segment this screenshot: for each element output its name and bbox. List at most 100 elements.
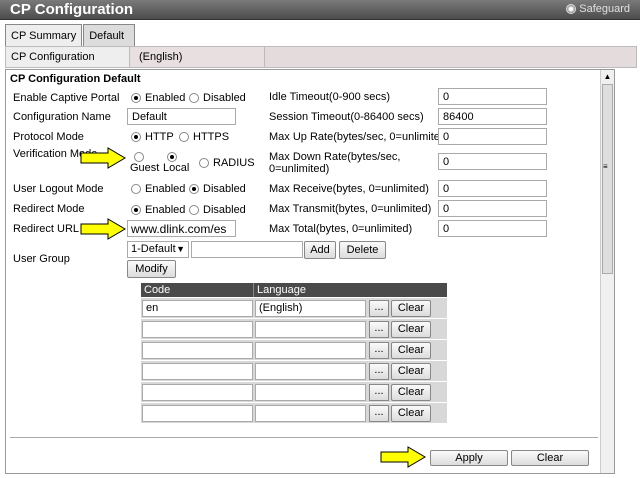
captive-portal-enabled[interactable]: Enabled bbox=[131, 92, 185, 104]
vertical-scrollbar[interactable]: ▲ ≡ bbox=[600, 70, 614, 473]
apply-button[interactable]: Apply bbox=[430, 450, 508, 466]
max-receive-label: Max Receive(bytes, 0=unlimited) bbox=[269, 183, 429, 195]
config-panel: CP Configuration Default Enable Captive … bbox=[5, 69, 615, 474]
config-name-input[interactable] bbox=[127, 108, 236, 125]
protocol-http[interactable]: HTTP bbox=[131, 131, 174, 143]
radio-on-icon bbox=[131, 132, 141, 142]
safeguard-badge: Safeguard bbox=[566, 3, 630, 15]
language-input[interactable] bbox=[255, 299, 366, 317]
add-button[interactable]: Add bbox=[304, 241, 336, 259]
session-timeout-input[interactable] bbox=[438, 108, 547, 125]
code-input[interactable] bbox=[142, 299, 253, 317]
code-input[interactable] bbox=[142, 362, 253, 380]
redirect-enabled[interactable]: Enabled bbox=[131, 204, 185, 216]
delete-button[interactable]: Delete bbox=[339, 241, 386, 259]
arrow-pointer-redirect-icon bbox=[80, 218, 126, 240]
config-name-label: Configuration Name bbox=[13, 111, 111, 123]
tab-default[interactable]: Default bbox=[83, 24, 136, 46]
radio-on-icon bbox=[131, 93, 141, 103]
browse-button[interactable]: ... bbox=[369, 341, 389, 359]
language-input[interactable] bbox=[255, 341, 366, 359]
idle-timeout-input[interactable] bbox=[438, 88, 547, 105]
protocol-https[interactable]: HTTPS bbox=[179, 131, 229, 143]
clear-all-button[interactable]: Clear bbox=[511, 450, 589, 466]
redirect-url-input[interactable] bbox=[127, 220, 236, 237]
browse-button[interactable]: ... bbox=[369, 362, 389, 380]
table-row: ...Clear bbox=[141, 297, 447, 318]
browse-button[interactable]: ... bbox=[369, 404, 389, 422]
redirect-disabled[interactable]: Disabled bbox=[189, 204, 246, 216]
subtab-cp-configuration[interactable]: CP Configuration bbox=[6, 47, 130, 67]
scroll-up-icon[interactable]: ▲ bbox=[601, 70, 614, 83]
table-header: Code Language bbox=[141, 283, 447, 297]
redirect-url-label: Redirect URL bbox=[13, 223, 80, 235]
max-down-rate-label-2: 0=unlimited) bbox=[269, 163, 330, 175]
subtab-language[interactable]: (English) bbox=[131, 47, 265, 67]
logout-disabled[interactable]: Disabled bbox=[189, 183, 246, 195]
code-input[interactable] bbox=[142, 341, 253, 359]
tab-cp-summary[interactable]: CP Summary bbox=[5, 24, 83, 46]
table-row: ...Clear bbox=[141, 318, 447, 339]
max-up-rate-input[interactable] bbox=[438, 128, 547, 145]
radio-on-icon bbox=[167, 152, 177, 162]
table-row: ...Clear bbox=[141, 381, 447, 402]
max-receive-input[interactable] bbox=[438, 180, 547, 197]
radio-on-icon bbox=[131, 205, 141, 215]
code-input[interactable] bbox=[142, 383, 253, 401]
code-input[interactable] bbox=[142, 320, 253, 338]
user-group-input[interactable] bbox=[191, 241, 303, 258]
column-header-code: Code bbox=[141, 283, 254, 297]
user-group-select[interactable]: 1-Default ▼ bbox=[127, 241, 189, 258]
window-title: CP Configuration bbox=[10, 1, 134, 18]
language-input[interactable] bbox=[255, 362, 366, 380]
clear-row-button[interactable]: Clear bbox=[391, 404, 431, 422]
tab-strip: CP Summary Default bbox=[5, 24, 136, 46]
safeguard-icon bbox=[566, 4, 577, 14]
radio-off-icon bbox=[131, 184, 141, 194]
max-up-rate-label: Max Up Rate(bytes/sec, 0=unlimited) bbox=[269, 131, 450, 143]
captive-portal-disabled[interactable]: Disabled bbox=[189, 92, 246, 104]
session-timeout-label: Session Timeout(0-86400 secs) bbox=[269, 111, 424, 123]
divider bbox=[10, 437, 598, 438]
clear-row-button[interactable]: Clear bbox=[391, 299, 431, 317]
max-total-input[interactable] bbox=[438, 220, 547, 237]
language-input[interactable] bbox=[255, 383, 366, 401]
code-input[interactable] bbox=[142, 404, 253, 422]
chevron-down-icon: ▼ bbox=[176, 244, 185, 254]
max-transmit-label: Max Transmit(bytes, 0=unlimited) bbox=[269, 203, 432, 215]
user-group-label: User Group bbox=[13, 253, 70, 265]
max-down-rate-input[interactable] bbox=[438, 153, 547, 170]
clear-row-button[interactable]: Clear bbox=[391, 362, 431, 380]
table-row: ...Clear bbox=[141, 339, 447, 360]
verification-radius[interactable]: RADIUS bbox=[199, 157, 255, 169]
title-bar: CP Configuration Safeguard bbox=[0, 0, 640, 20]
modify-button[interactable]: Modify bbox=[127, 260, 176, 278]
browse-button[interactable]: ... bbox=[369, 320, 389, 338]
browse-button[interactable]: ... bbox=[369, 299, 389, 317]
arrow-pointer-apply-icon bbox=[380, 446, 426, 468]
safeguard-label: Safeguard bbox=[579, 3, 630, 15]
logout-mode-label: User Logout Mode bbox=[13, 183, 104, 195]
scrollbar-thumb[interactable] bbox=[602, 84, 613, 274]
logout-enabled[interactable]: Enabled bbox=[131, 183, 185, 195]
radio-off-icon bbox=[189, 93, 199, 103]
browse-button[interactable]: ... bbox=[369, 383, 389, 401]
language-input[interactable] bbox=[255, 320, 366, 338]
clear-row-button[interactable]: Clear bbox=[391, 341, 431, 359]
max-total-label: Max Total(bytes, 0=unlimited) bbox=[269, 223, 413, 235]
radio-off-icon bbox=[199, 158, 209, 168]
grip-icon: ≡ bbox=[603, 162, 608, 171]
column-header-language: Language bbox=[257, 284, 306, 296]
subtab-bar: CP Configuration (English) bbox=[5, 46, 637, 68]
max-transmit-input[interactable] bbox=[438, 200, 547, 217]
clear-row-button[interactable]: Clear bbox=[391, 320, 431, 338]
language-input[interactable] bbox=[255, 404, 366, 422]
radio-off-icon bbox=[189, 205, 199, 215]
radio-off-icon bbox=[179, 132, 189, 142]
section-title: CP Configuration Default bbox=[10, 73, 141, 85]
table-row: ...Clear bbox=[141, 360, 447, 381]
clear-row-button[interactable]: Clear bbox=[391, 383, 431, 401]
table-row: ...Clear bbox=[141, 402, 447, 423]
protocol-mode-label: Protocol Mode bbox=[13, 131, 84, 143]
code-language-table: Code Language ...Clear...Clear...Clear..… bbox=[141, 283, 447, 423]
